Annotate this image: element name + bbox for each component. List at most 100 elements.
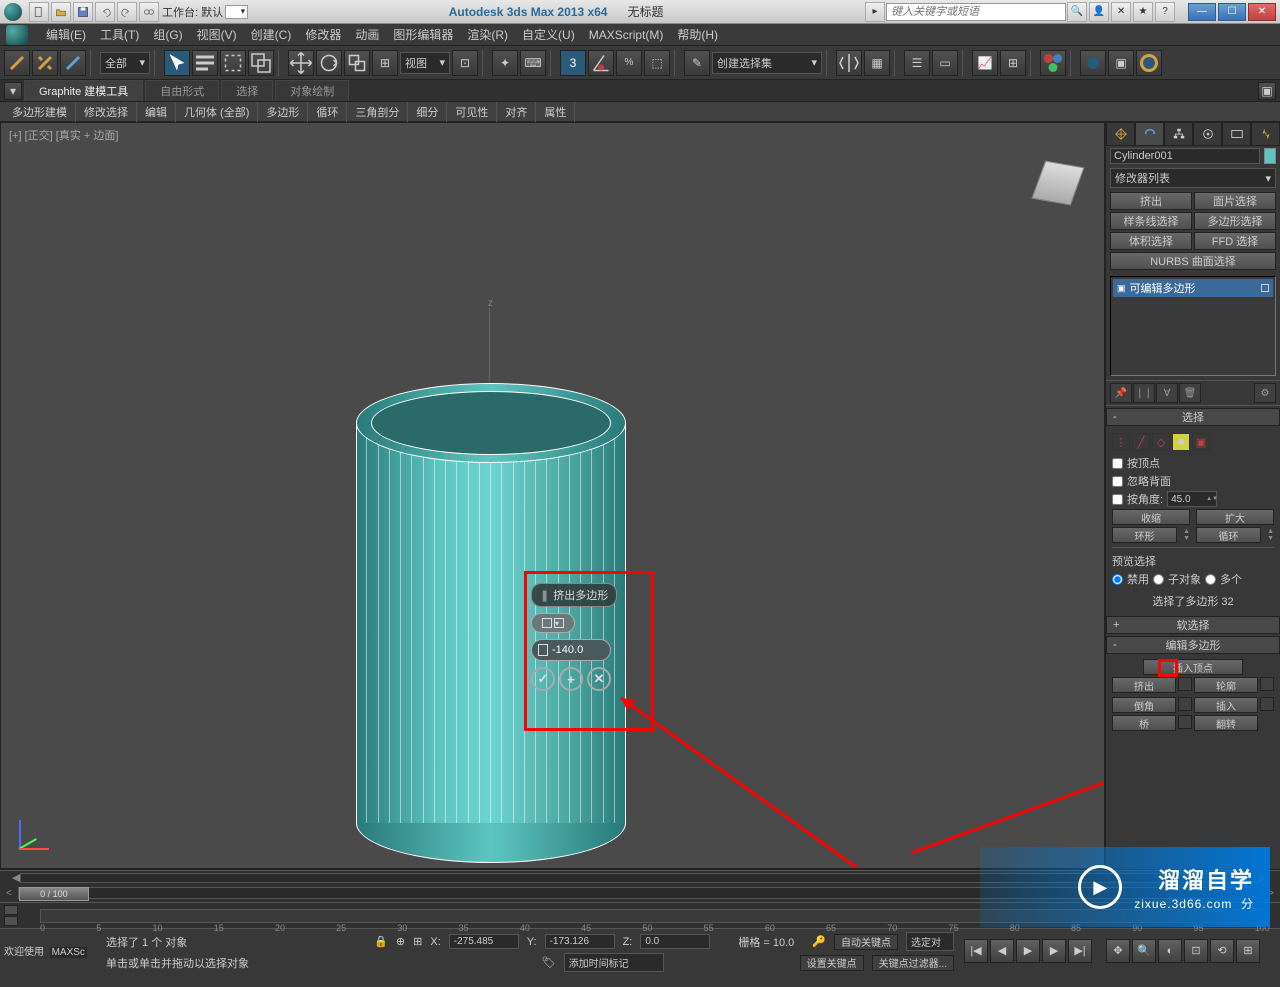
mod-btn-nurbs[interactable]: NURBS 曲面选择 (1110, 252, 1276, 270)
snap-toggle-icon[interactable]: 3 (560, 50, 586, 76)
rollout-selection-header[interactable]: -选择 (1106, 408, 1280, 426)
workspace-dropdown[interactable] (225, 5, 248, 19)
viewport-label[interactable]: [+] [正交] [真实 + 边面] (9, 127, 118, 143)
spinner-snap-icon[interactable]: ⬚ (644, 50, 670, 76)
qat-undo-icon[interactable] (95, 2, 115, 22)
nav-zoom-icon[interactable]: 🔍 (1132, 939, 1156, 963)
ribbon-panel-loop[interactable]: 循环 (308, 102, 347, 122)
coord-toggle-icon[interactable]: ⊞ (413, 935, 422, 948)
ribbon-panel-poly[interactable]: 多边形 (258, 102, 308, 122)
minimize-button[interactable]: — (1188, 3, 1216, 21)
btn-inset-settings[interactable] (1260, 697, 1274, 711)
help-icon[interactable]: ? (1155, 2, 1175, 22)
selection-filter-dropdown[interactable]: 全部▾ (100, 52, 150, 74)
rotate-icon[interactable] (316, 50, 342, 76)
mod-btn-splinesel[interactable]: 样条线选择 (1110, 212, 1192, 230)
nav-maximize-icon[interactable]: ⊞ (1236, 939, 1260, 963)
menu-tools[interactable]: 工具(T) (94, 24, 145, 45)
curve-editor-icon[interactable]: 📈 (972, 50, 998, 76)
goto-end-icon[interactable]: ▶| (1068, 939, 1092, 963)
radio-preview-off[interactable] (1112, 574, 1123, 585)
ribbon-panel-modsel[interactable]: 修改选择 (76, 102, 137, 122)
chk-by-vertex[interactable] (1112, 458, 1123, 469)
select-object-icon[interactable] (164, 50, 190, 76)
timetag-field[interactable]: 添加时间标记 (564, 953, 664, 972)
menu-modifiers[interactable]: 修改器 (299, 24, 347, 45)
cp-tab-hierarchy[interactable] (1164, 122, 1193, 146)
favorite-icon[interactable]: ★ (1133, 2, 1153, 22)
nav-fov-icon[interactable]: ◐ (1158, 939, 1182, 963)
btn-bevel[interactable]: 倒角 (1112, 697, 1176, 713)
lock-icon[interactable]: 🔒 (374, 935, 388, 948)
menu-group[interactable]: 组(G) (147, 24, 188, 45)
align-icon[interactable]: ▦ (864, 50, 890, 76)
stack-item-editpoly[interactable]: ▣可编辑多边形 (1113, 279, 1273, 297)
schematic-icon[interactable]: ⊞ (1000, 50, 1026, 76)
angle-spinner[interactable]: 45.0▲▼ (1167, 491, 1217, 507)
chk-ignore-back[interactable] (1112, 476, 1123, 487)
viewcube[interactable] (1028, 153, 1088, 213)
cp-tab-motion[interactable] (1193, 122, 1222, 146)
stack-unique-icon[interactable]: ∀ (1156, 383, 1178, 403)
radio-preview-multi[interactable] (1205, 574, 1216, 585)
mod-btn-ffd[interactable]: FFD 选择 (1194, 232, 1276, 250)
object-color-swatch[interactable] (1264, 148, 1276, 164)
exchange-icon[interactable]: ✕ (1111, 2, 1131, 22)
move-icon[interactable] (288, 50, 314, 76)
render-setup-icon[interactable] (1080, 50, 1106, 76)
mirror-icon[interactable] (836, 50, 862, 76)
subobj-vertex-icon[interactable]: ⋮ (1112, 433, 1130, 451)
keymode-dropdown[interactable]: 选定对 (906, 932, 954, 951)
menu-animation[interactable]: 动画 (349, 24, 385, 45)
time-slider-thumb[interactable]: 0 / 100 (19, 887, 89, 901)
caddy-type-dropdown[interactable]: ▾ (531, 613, 575, 633)
goto-start-icon[interactable]: |◀ (964, 939, 988, 963)
menu-graph[interactable]: 图形编辑器 (387, 24, 459, 45)
maximize-button[interactable]: ☐ (1218, 3, 1246, 21)
mod-btn-volsel[interactable]: 体积选择 (1110, 232, 1192, 250)
signin-icon[interactable]: 👤 (1089, 2, 1109, 22)
timeline-key-in-icon[interactable] (4, 905, 18, 915)
timeline-key-out-icon[interactable] (4, 916, 18, 926)
menu-custom[interactable]: 自定义(U) (516, 24, 581, 45)
btn-outline-settings[interactable] (1260, 677, 1274, 691)
layer-manager-icon[interactable]: ☰ (904, 50, 930, 76)
menu-help[interactable]: 帮助(H) (671, 24, 724, 45)
select-name-icon[interactable] (192, 50, 218, 76)
percent-snap-icon[interactable]: % (616, 50, 642, 76)
btn-grow[interactable]: 扩大 (1196, 509, 1274, 525)
caddy-height-input[interactable]: -140.0 (531, 639, 611, 661)
angle-snap-icon[interactable] (588, 50, 614, 76)
nav-pan-icon[interactable]: ✥ (1106, 939, 1130, 963)
qat-new-icon[interactable] (29, 2, 49, 22)
subobj-edge-icon[interactable]: ╱ (1132, 433, 1150, 451)
qat-open-icon[interactable] (51, 2, 71, 22)
btn-bridge-settings[interactable] (1178, 715, 1192, 729)
caddy-apply-button[interactable]: + (559, 667, 583, 691)
ribbon-tab-select[interactable]: 选择 (221, 80, 273, 101)
subobj-polygon-icon[interactable]: ■ (1172, 433, 1190, 451)
setkey-button[interactable]: 设置关键点 (800, 955, 864, 971)
render-icon[interactable] (1136, 50, 1162, 76)
timetag-icon[interactable]: 🏷 (542, 956, 556, 969)
viewport[interactable]: [+] [正交] [真实 + 边面] z ❚挤出多边形 ▾ -140.0 ✓ +… (0, 122, 1105, 869)
ribbon-panel-vis[interactable]: 可见性 (447, 102, 497, 122)
menu-create[interactable]: 创建(C) (245, 24, 298, 45)
modifier-stack[interactable]: ▣可编辑多边形 (1110, 276, 1276, 376)
material-editor-icon[interactable] (1040, 50, 1066, 76)
mod-btn-extrude[interactable]: 挤出 (1110, 192, 1192, 210)
ribbon-panel-align[interactable]: 对齐 (497, 102, 536, 122)
maxscript-mini[interactable]: MAXSc (50, 947, 87, 958)
ribbon-panel-edit[interactable]: 编辑 (137, 102, 176, 122)
object-name-input[interactable] (1110, 148, 1260, 164)
btn-extrude-settings[interactable] (1178, 677, 1192, 691)
close-button[interactable]: ✕ (1248, 3, 1276, 21)
refcoord-dropdown[interactable]: 视图▾ (400, 52, 450, 74)
rollout-softsel-header[interactable]: +软选择 (1106, 616, 1280, 634)
btn-loop[interactable]: 循环 (1196, 527, 1261, 543)
placement-icon[interactable]: ⊞ (372, 50, 398, 76)
radio-preview-sub[interactable] (1153, 574, 1164, 585)
pivot-icon[interactable]: ⊡ (452, 50, 478, 76)
ribbon-tab-objpaint[interactable]: 对象绘制 (275, 80, 349, 101)
ribbon-toggle-icon[interactable]: ▭ (932, 50, 958, 76)
